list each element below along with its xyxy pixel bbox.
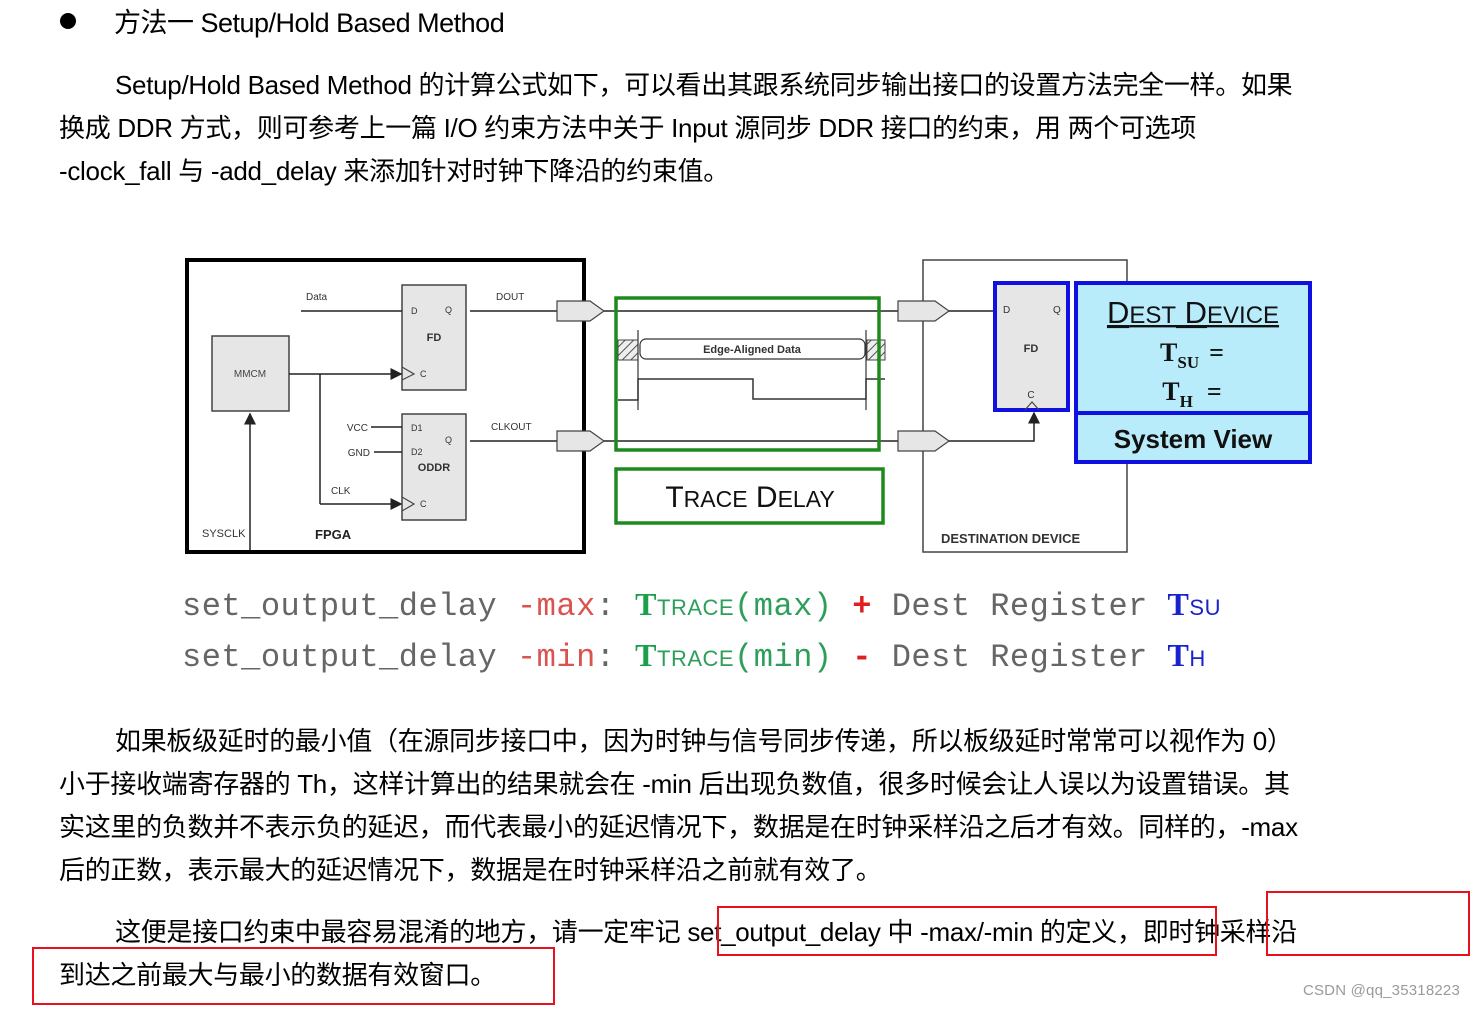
oddr-c-pin: C bbox=[420, 499, 427, 509]
gnd-label: GND bbox=[348, 448, 370, 459]
fd-label: FD bbox=[427, 332, 442, 344]
timing-diagram: MMCM SYSCLK FPGA D Q FD C Data CLK D1 Q … bbox=[185, 258, 1312, 554]
formula-colon: : bbox=[595, 588, 616, 625]
highlight-box-definition bbox=[717, 906, 1217, 956]
formula-reg-sub: SU bbox=[1189, 595, 1221, 620]
sysclk-label: SYSCLK bbox=[202, 528, 246, 540]
dest-fd-c-pin: C bbox=[1027, 390, 1034, 401]
trace-delay-label: TRACE DELAY bbox=[665, 481, 834, 514]
highlight-box-window bbox=[32, 947, 555, 1005]
explanation-line-4: 后的正数，表示最大的延迟情况下，数据是在时钟采样沿之前就有效了。 bbox=[59, 855, 882, 885]
fd-d-pin: D bbox=[411, 306, 418, 316]
formula-operator: - bbox=[852, 639, 872, 676]
clkout-buffer bbox=[556, 430, 606, 452]
intro-line-2: 换成 DDR 方式，则可参考上一篇 I/O 约束方法中关于 Input 源同步 … bbox=[59, 113, 1197, 143]
edge-aligned-waveform: Edge-Aligned Data bbox=[617, 330, 886, 410]
bullet-icon bbox=[60, 13, 76, 29]
formula-flag: -max bbox=[516, 588, 596, 625]
formula-rest: Dest Register bbox=[891, 639, 1148, 676]
oddr-d2-pin: D2 bbox=[411, 447, 423, 457]
explanation-line-3: 实这里的负数并不表示负的延迟，而代表最小的延迟情况下，数据是在时钟采样沿之后才有… bbox=[59, 812, 1298, 842]
dout-buffer bbox=[556, 300, 606, 322]
fpga-block: MMCM SYSCLK FPGA D Q FD C Data CLK D1 Q … bbox=[185, 258, 586, 554]
vcc-label: VCC bbox=[347, 423, 368, 434]
explanation-line-2: 小于接收端寄存器的 Th，这样计算出的结果就会在 -min 后出现负数值，很多时… bbox=[59, 769, 1290, 799]
data-label: Data bbox=[306, 292, 328, 303]
formula-reg-sub: H bbox=[1189, 646, 1206, 671]
clk-label: CLK bbox=[331, 486, 351, 497]
oddr-label: ODDR bbox=[418, 462, 450, 474]
formula-reg-t: T bbox=[1167, 586, 1190, 622]
section-heading: 方法一 Setup/Hold Based Method bbox=[114, 8, 505, 38]
formula-arg: (max) bbox=[734, 588, 833, 625]
highlight-box-clock-edge bbox=[1266, 891, 1470, 956]
clkout-label: CLKOUT bbox=[491, 422, 532, 433]
watermark: CSDN @qq_35318223 bbox=[1302, 982, 1460, 999]
conclusion-prefix: 这便是接口约束中最容易混淆的地方，请一定牢记 bbox=[115, 917, 688, 947]
formula-t-sub: TRACE bbox=[657, 646, 735, 671]
formula-t-sub: TRACE bbox=[657, 595, 735, 620]
dest-fd-q-pin: Q bbox=[1053, 305, 1061, 316]
trace-highlight-box bbox=[614, 296, 881, 452]
waveform-label: Edge-Aligned Data bbox=[703, 344, 802, 356]
formula-t: T bbox=[635, 637, 658, 673]
formula-min: set_output_delay -min: TTRACE(min) - Des… bbox=[182, 637, 1206, 676]
dest-fd-label: FD bbox=[1024, 343, 1039, 355]
explanation-line-1: 如果板级延时的最小值（在源同步接口中，因为时钟与信号同步传递，所以板级延时常常可… bbox=[115, 726, 1293, 756]
dest-device-callout: DEST DEVICE TSU = TH = System View bbox=[1074, 281, 1312, 464]
fd-c-pin: C bbox=[420, 369, 427, 379]
destination-label: DESTINATION DEVICE bbox=[941, 531, 1080, 546]
formula-rest: Dest Register bbox=[891, 588, 1148, 625]
formula-colon: : bbox=[595, 639, 616, 676]
system-view-label: System View bbox=[1114, 424, 1273, 454]
dout-label: DOUT bbox=[496, 292, 524, 303]
formula-cmd: set_output_delay bbox=[182, 639, 498, 676]
formula-cmd: set_output_delay bbox=[182, 588, 498, 625]
oddr-q-pin: Q bbox=[445, 435, 452, 445]
formula-reg-t: T bbox=[1167, 637, 1190, 673]
formula-operator: + bbox=[852, 588, 872, 625]
oddr-d1-pin: D1 bbox=[411, 423, 423, 433]
formula-arg: (min) bbox=[734, 639, 833, 676]
intro-line-3: -clock_fall 与 -add_delay 来添加针对时钟下降沿的约束值。 bbox=[59, 156, 729, 186]
fpga-label: FPGA bbox=[315, 527, 352, 542]
formula-max: set_output_delay -max: TTRACE(max) + Des… bbox=[182, 586, 1221, 625]
formula-t: T bbox=[635, 586, 658, 622]
dest-fd-d-pin: D bbox=[1003, 305, 1010, 316]
mmcm-label: MMCM bbox=[234, 369, 266, 380]
intro-line-1: Setup/Hold Based Method 的计算公式如下，可以看出其跟系统… bbox=[115, 70, 1293, 100]
fd-q-pin: Q bbox=[445, 305, 452, 315]
formula-flag: -min bbox=[516, 639, 596, 676]
